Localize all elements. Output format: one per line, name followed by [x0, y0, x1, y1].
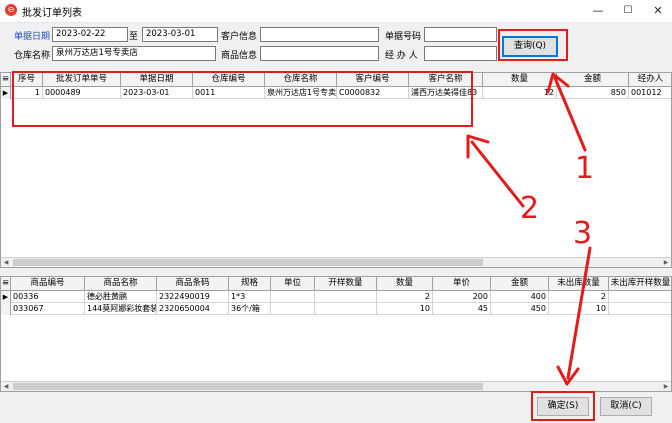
annotation-arrows: 1 2 3 [466, 72, 594, 386]
annotation-number-1: 1 [575, 151, 594, 186]
annotation-number-2: 2 [520, 191, 539, 226]
arrow-3-shaft [566, 246, 592, 380]
annotation-number-3: 3 [573, 216, 592, 251]
arrow-1-shaft [553, 76, 587, 152]
arrow-2-shaft [470, 140, 525, 208]
arrow-2-head [466, 134, 490, 159]
